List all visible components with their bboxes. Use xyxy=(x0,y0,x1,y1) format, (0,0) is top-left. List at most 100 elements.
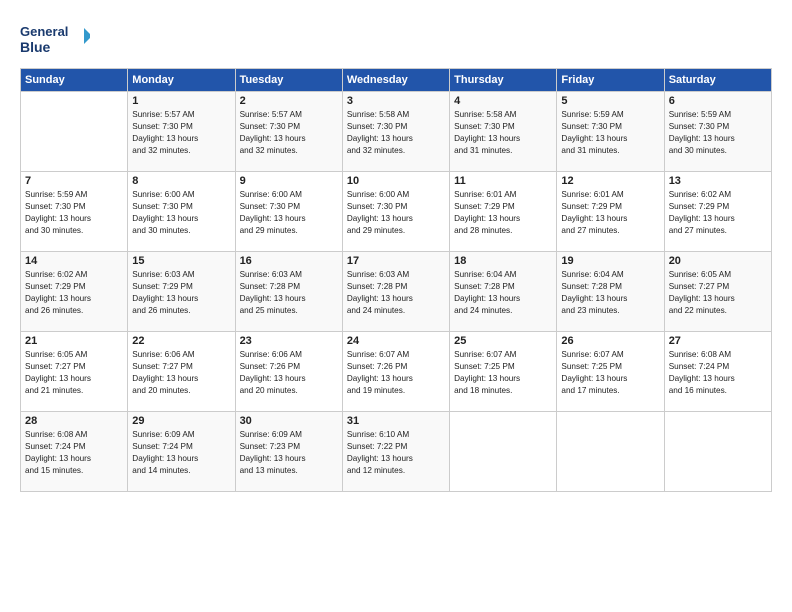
calendar-cell: 29 Sunrise: 6:09 AMSunset: 7:24 PMDayligh… xyxy=(128,412,235,492)
day-number: 7 xyxy=(25,175,123,187)
calendar-cell: 17Sunrise: 6:03 AMSunset: 7:28 PMDayligh… xyxy=(342,252,449,332)
cell-info: Sunrise: 6:07 AMSunset: 7:25 PMDaylight:… xyxy=(561,349,659,397)
weekday-header-monday: Monday xyxy=(128,69,235,92)
cell-info: Sunrise: 5:59 AMSunset: 7:30 PMDaylight:… xyxy=(669,109,767,157)
cell-info: Sunrise: 6:00 AMSunset: 7:30 PMDaylight:… xyxy=(347,189,445,237)
calendar-cell: 3Sunrise: 5:58 AMSunset: 7:30 PMDaylight… xyxy=(342,92,449,172)
weekday-header-wednesday: Wednesday xyxy=(342,69,449,92)
calendar-cell: 12 Sunrise: 6:01 AMSunset: 7:29 PMDayligh… xyxy=(557,172,664,252)
cell-info: Sunrise: 6:06 AMSunset: 7:26 PMDaylight:… xyxy=(240,349,338,397)
calendar-cell: 27 Sunrise: 6:08 AMSunset: 7:24 PMDayligh… xyxy=(664,332,771,412)
day-number: 1 xyxy=(132,95,230,107)
day-number: 10 xyxy=(347,175,445,187)
day-number: 8 xyxy=(132,175,230,187)
day-number: 27 xyxy=(669,335,767,347)
cell-info: Sunrise: 5:57 AMSunset: 7:30 PMDaylight:… xyxy=(132,109,230,157)
cell-info: Sunrise: 6:10 AMSunset: 7:22 PMDaylight:… xyxy=(347,429,445,477)
day-number: 29 xyxy=(132,415,230,427)
day-number: 12 xyxy=(561,175,659,187)
calendar-cell: 30 Sunrise: 6:09 AMSunset: 7:23 PMDayligh… xyxy=(235,412,342,492)
cell-info: Sunrise: 6:03 AMSunset: 7:29 PMDaylight:… xyxy=(132,269,230,317)
day-number: 4 xyxy=(454,95,552,107)
cell-info: Sunrise: 6:05 AMSunset: 7:27 PMDaylight:… xyxy=(25,349,123,397)
cell-info: Sunrise: 6:08 AMSunset: 7:24 PMDaylight:… xyxy=(669,349,767,397)
cell-info: Sunrise: 6:00 AMSunset: 7:30 PMDaylight:… xyxy=(240,189,338,237)
calendar-cell xyxy=(557,412,664,492)
calendar-cell: 26 Sunrise: 6:07 AMSunset: 7:25 PMDayligh… xyxy=(557,332,664,412)
day-number: 24 xyxy=(347,335,445,347)
calendar-cell: 2Sunrise: 5:57 AMSunset: 7:30 PMDaylight… xyxy=(235,92,342,172)
day-number: 19 xyxy=(561,255,659,267)
day-number: 9 xyxy=(240,175,338,187)
weekday-header-friday: Friday xyxy=(557,69,664,92)
day-number: 18 xyxy=(454,255,552,267)
cell-info: Sunrise: 6:06 AMSunset: 7:27 PMDaylight:… xyxy=(132,349,230,397)
cell-info: Sunrise: 6:04 AMSunset: 7:28 PMDaylight:… xyxy=(454,269,552,317)
calendar-cell xyxy=(664,412,771,492)
header: General Blue xyxy=(20,18,772,58)
cell-info: Sunrise: 6:05 AMSunset: 7:27 PMDaylight:… xyxy=(669,269,767,317)
day-number: 22 xyxy=(132,335,230,347)
weekday-header-thursday: Thursday xyxy=(450,69,557,92)
day-number: 11 xyxy=(454,175,552,187)
day-number: 31 xyxy=(347,415,445,427)
cell-info: Sunrise: 6:01 AMSunset: 7:29 PMDaylight:… xyxy=(561,189,659,237)
weekday-header-tuesday: Tuesday xyxy=(235,69,342,92)
week-row-1: 1 Sunrise: 5:57 AMSunset: 7:30 PMDaylight… xyxy=(21,92,772,172)
calendar-cell: 7Sunrise: 5:59 AMSunset: 7:30 PMDaylight… xyxy=(21,172,128,252)
calendar-cell: 22 Sunrise: 6:06 AMSunset: 7:27 PMDayligh… xyxy=(128,332,235,412)
logo-svg: General Blue xyxy=(20,18,90,58)
calendar-cell: 18 Sunrise: 6:04 AMSunset: 7:28 PMDayligh… xyxy=(450,252,557,332)
day-number: 14 xyxy=(25,255,123,267)
calendar-cell: 10 Sunrise: 6:00 AMSunset: 7:30 PMDayligh… xyxy=(342,172,449,252)
calendar-cell: 4 Sunrise: 5:58 AMSunset: 7:30 PMDaylight… xyxy=(450,92,557,172)
page: General Blue SundayMondayTuesdayWednesda… xyxy=(0,0,792,612)
day-number: 30 xyxy=(240,415,338,427)
cell-info: Sunrise: 5:58 AMSunset: 7:30 PMDaylight:… xyxy=(454,109,552,157)
calendar-cell: 5 Sunrise: 5:59 AMSunset: 7:30 PMDaylight… xyxy=(557,92,664,172)
calendar-cell: 28Sunrise: 6:08 AMSunset: 7:24 PMDayligh… xyxy=(21,412,128,492)
calendar-cell: 9 Sunrise: 6:00 AMSunset: 7:30 PMDaylight… xyxy=(235,172,342,252)
cell-info: Sunrise: 6:02 AMSunset: 7:29 PMDaylight:… xyxy=(669,189,767,237)
calendar-cell: 21 Sunrise: 6:05 AMSunset: 7:27 PMDayligh… xyxy=(21,332,128,412)
calendar-cell: 13 Sunrise: 6:02 AMSunset: 7:29 PMDayligh… xyxy=(664,172,771,252)
calendar-cell: 15 Sunrise: 6:03 AMSunset: 7:29 PMDayligh… xyxy=(128,252,235,332)
day-number: 26 xyxy=(561,335,659,347)
calendar-cell: 16Sunrise: 6:03 AMSunset: 7:28 PMDayligh… xyxy=(235,252,342,332)
calendar-cell: 11 Sunrise: 6:01 AMSunset: 7:29 PMDayligh… xyxy=(450,172,557,252)
calendar-cell: 8 Sunrise: 6:00 AMSunset: 7:30 PMDaylight… xyxy=(128,172,235,252)
cell-info: Sunrise: 6:00 AMSunset: 7:30 PMDaylight:… xyxy=(132,189,230,237)
week-row-3: 14Sunrise: 6:02 AMSunset: 7:29 PMDayligh… xyxy=(21,252,772,332)
cell-info: Sunrise: 6:03 AMSunset: 7:28 PMDaylight:… xyxy=(347,269,445,317)
cell-info: Sunrise: 6:07 AMSunset: 7:25 PMDaylight:… xyxy=(454,349,552,397)
day-number: 23 xyxy=(240,335,338,347)
cell-info: Sunrise: 6:09 AMSunset: 7:23 PMDaylight:… xyxy=(240,429,338,477)
day-number: 21 xyxy=(25,335,123,347)
cell-info: Sunrise: 6:08 AMSunset: 7:24 PMDaylight:… xyxy=(25,429,123,477)
cell-info: Sunrise: 6:01 AMSunset: 7:29 PMDaylight:… xyxy=(454,189,552,237)
logo: General Blue xyxy=(20,18,90,58)
day-number: 15 xyxy=(132,255,230,267)
calendar-cell: 23 Sunrise: 6:06 AMSunset: 7:26 PMDayligh… xyxy=(235,332,342,412)
day-number: 6 xyxy=(669,95,767,107)
calendar-cell: 19Sunrise: 6:04 AMSunset: 7:28 PMDayligh… xyxy=(557,252,664,332)
svg-text:Blue: Blue xyxy=(20,39,51,55)
calendar-cell: 25Sunrise: 6:07 AMSunset: 7:25 PMDayligh… xyxy=(450,332,557,412)
day-number: 13 xyxy=(669,175,767,187)
weekday-header-row: SundayMondayTuesdayWednesdayThursdayFrid… xyxy=(21,69,772,92)
calendar-cell: 24 Sunrise: 6:07 AMSunset: 7:26 PMDayligh… xyxy=(342,332,449,412)
calendar-cell: 6 Sunrise: 5:59 AMSunset: 7:30 PMDaylight… xyxy=(664,92,771,172)
cell-info: Sunrise: 6:03 AMSunset: 7:28 PMDaylight:… xyxy=(240,269,338,317)
day-number: 5 xyxy=(561,95,659,107)
calendar-cell: 14Sunrise: 6:02 AMSunset: 7:29 PMDayligh… xyxy=(21,252,128,332)
cell-info: Sunrise: 5:58 AMSunset: 7:30 PMDaylight:… xyxy=(347,109,445,157)
calendar-cell: 20 Sunrise: 6:05 AMSunset: 7:27 PMDayligh… xyxy=(664,252,771,332)
calendar-table: SundayMondayTuesdayWednesdayThursdayFrid… xyxy=(20,68,772,492)
cell-info: Sunrise: 6:09 AMSunset: 7:24 PMDaylight:… xyxy=(132,429,230,477)
weekday-header-saturday: Saturday xyxy=(664,69,771,92)
cell-info: Sunrise: 6:07 AMSunset: 7:26 PMDaylight:… xyxy=(347,349,445,397)
day-number: 20 xyxy=(669,255,767,267)
calendar-cell: 1 Sunrise: 5:57 AMSunset: 7:30 PMDaylight… xyxy=(128,92,235,172)
weekday-header-sunday: Sunday xyxy=(21,69,128,92)
cell-info: Sunrise: 5:59 AMSunset: 7:30 PMDaylight:… xyxy=(561,109,659,157)
